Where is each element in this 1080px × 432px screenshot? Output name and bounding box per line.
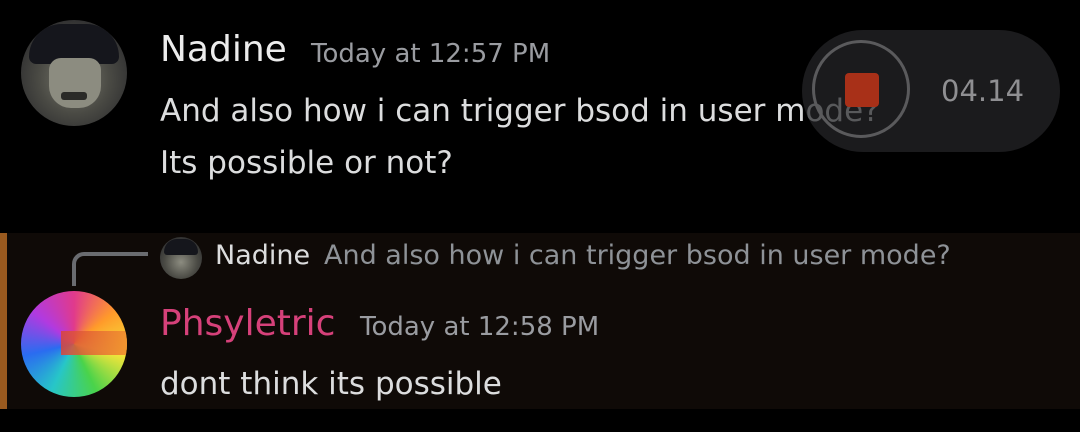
screen-recorder-pill[interactable]: 04.14: [802, 30, 1060, 152]
message-timestamp: Today at 12:57 PM: [311, 39, 551, 69]
stop-recording-button[interactable]: [812, 40, 910, 138]
reply-connector-line: [72, 252, 148, 286]
recording-timer: 04.14: [941, 74, 1025, 108]
message-timestamp: Today at 12:58 PM: [360, 312, 600, 342]
avatar-hair: [164, 239, 198, 255]
avatar-band: [61, 331, 127, 355]
avatar-face: [49, 58, 101, 108]
mention-highlight-bar: [0, 233, 7, 409]
avatar-mouth: [61, 92, 87, 100]
author-name[interactable]: Nadine: [160, 30, 287, 70]
reply-avatar-nadine[interactable]: [160, 237, 202, 279]
message-text-line: And also how i can trigger bsod in user …: [160, 93, 880, 129]
stop-icon: [845, 73, 879, 107]
avatar-phsyletric[interactable]: [21, 291, 127, 397]
reply-preview-text[interactable]: And also how i can trigger bsod in user …: [324, 240, 951, 272]
author-name[interactable]: Phsyletric: [160, 304, 335, 344]
message-text-line: Its possible or not?: [160, 145, 453, 181]
message-phsyletric[interactable]: Nadine And also how i can trigger bsod i…: [0, 233, 1080, 409]
message-text-line: dont think its possible: [160, 366, 502, 402]
reply-author-name[interactable]: Nadine: [215, 240, 310, 272]
chat-view: Nadine Today at 12:57 PM And also how i …: [0, 0, 1080, 432]
avatar-nadine[interactable]: [21, 20, 127, 126]
